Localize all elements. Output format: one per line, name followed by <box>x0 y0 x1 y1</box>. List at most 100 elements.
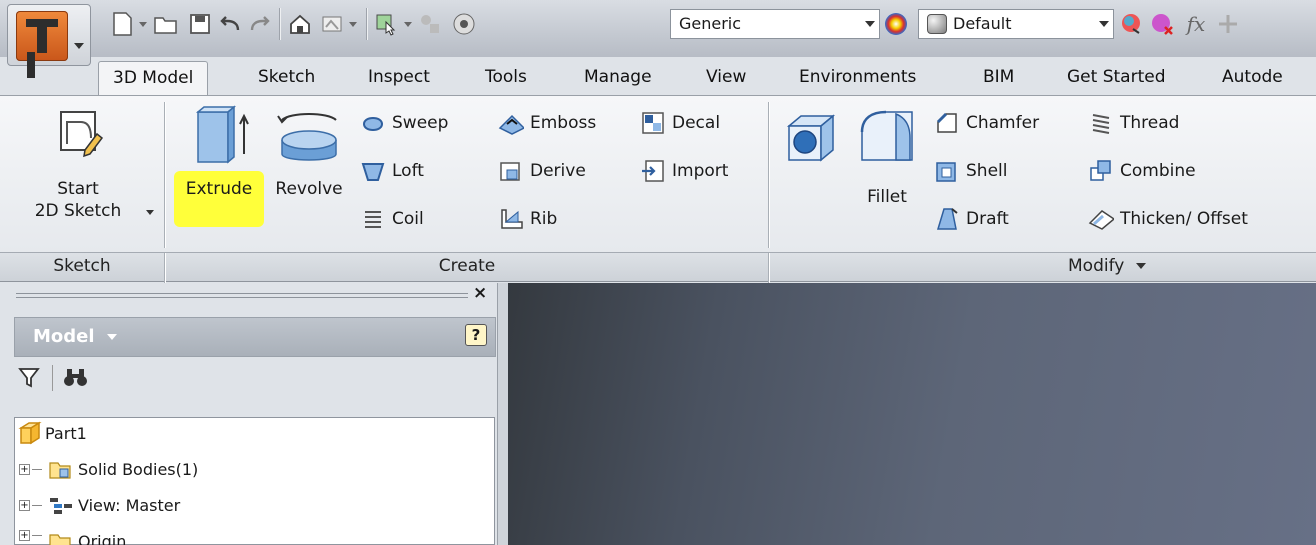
extrude-button[interactable]: Extrude <box>174 104 264 200</box>
tree-connector <box>32 504 42 506</box>
loft-icon <box>360 158 386 184</box>
help-icon[interactable]: ? <box>465 324 487 346</box>
hole-button[interactable] <box>778 110 844 186</box>
properties-icon[interactable] <box>416 10 444 38</box>
open-icon[interactable] <box>152 10 180 38</box>
derive-label: Derive <box>530 161 586 181</box>
home-view-icon[interactable] <box>286 10 314 38</box>
coil-icon <box>360 206 386 232</box>
tab-inspect[interactable]: Inspect <box>368 61 430 95</box>
close-icon[interactable]: × <box>473 283 487 303</box>
tab-manage[interactable]: Manage <box>584 61 652 95</box>
parameters-fx-icon[interactable]: fx <box>1182 10 1210 38</box>
tab-bim[interactable]: BIM <box>983 61 1014 95</box>
app-menu-caret-icon <box>74 43 84 49</box>
tab-environments[interactable]: Environments <box>799 61 916 95</box>
filter-icon[interactable] <box>18 365 42 391</box>
graphics-viewport[interactable] <box>508 283 1316 545</box>
panel-title-bar: Sketch Create Modify <box>0 252 1316 283</box>
update-icon[interactable] <box>318 10 346 38</box>
decal-label: Decal <box>672 113 721 133</box>
thread-button[interactable]: Thread <box>1088 108 1179 138</box>
panel-divider <box>768 102 769 248</box>
application-menu-button[interactable] <box>7 4 91 66</box>
fillet-label: Fillet <box>867 187 907 207</box>
panel-grip[interactable] <box>16 293 468 298</box>
emboss-button[interactable]: Emboss <box>498 108 596 138</box>
tab-autodesk[interactable]: Autode <box>1222 61 1283 95</box>
start-sketch-label-line1: Start <box>57 179 99 199</box>
add-icon[interactable] <box>1214 10 1242 38</box>
material-dropdown[interactable]: Generic <box>670 9 880 39</box>
tree-node-view-master[interactable]: + View: Master <box>19 492 180 518</box>
model-browser-header[interactable]: Model ? <box>14 317 496 357</box>
color-wheel-icon[interactable] <box>450 10 478 38</box>
sketch-panel-title[interactable]: Sketch <box>0 256 164 276</box>
modify-panel-title[interactable]: Modify <box>1068 256 1178 276</box>
start-2d-sketch-button[interactable]: Start 2D Sketch <box>18 106 154 222</box>
decal-button[interactable]: Decal <box>640 108 720 138</box>
coil-button[interactable]: Coil <box>360 204 424 234</box>
find-binoculars-icon[interactable] <box>62 365 90 391</box>
chamfer-button[interactable]: Chamfer <box>934 108 1039 138</box>
expand-icon[interactable]: + <box>19 530 30 541</box>
inventor-logo-icon <box>16 11 68 61</box>
import-icon <box>640 158 666 184</box>
expand-icon[interactable]: + <box>19 463 30 475</box>
chevron-down-icon[interactable] <box>865 21 875 27</box>
chevron-down-icon[interactable] <box>1099 21 1109 27</box>
appearance-browser-icon[interactable] <box>882 10 910 38</box>
select-icon[interactable] <box>372 10 400 38</box>
shell-button[interactable]: Shell <box>934 156 1007 186</box>
chevron-down-icon[interactable] <box>146 210 154 215</box>
redo-icon[interactable] <box>246 10 274 38</box>
combine-button[interactable]: Combine <box>1088 156 1196 186</box>
thicken-offset-button[interactable]: Thicken/ Offset <box>1088 204 1248 234</box>
tree-node-origin[interactable]: + Origin <box>19 526 126 545</box>
adjust-appearance-icon[interactable] <box>1118 10 1146 38</box>
pane-splitter[interactable] <box>497 283 508 545</box>
update-dropdown-caret-icon[interactable] <box>349 22 357 27</box>
tab-tools[interactable]: Tools <box>485 61 527 95</box>
loft-button[interactable]: Loft <box>360 156 424 186</box>
derive-button[interactable]: Derive <box>498 156 586 186</box>
tree-node-label: Part1 <box>45 423 87 443</box>
model-browser-title[interactable]: Model <box>33 326 117 347</box>
draft-button[interactable]: Draft <box>934 204 1009 234</box>
fillet-button[interactable]: Fillet <box>854 106 920 208</box>
sweep-button[interactable]: Sweep <box>360 108 448 138</box>
appearance-dropdown[interactable]: Default <box>918 9 1114 39</box>
select-dropdown-caret-icon[interactable] <box>404 22 412 27</box>
panel-divider <box>164 253 165 283</box>
new-dropdown-caret-icon[interactable] <box>139 22 147 27</box>
thicken-offset-icon <box>1088 206 1114 232</box>
clear-appearance-icon[interactable] <box>1148 10 1176 38</box>
coil-label: Coil <box>392 209 424 229</box>
save-icon[interactable] <box>186 10 214 38</box>
chevron-down-icon <box>1135 263 1146 269</box>
folder-icon <box>49 534 71 545</box>
import-label: Import <box>672 161 729 181</box>
tab-view[interactable]: View <box>706 61 746 95</box>
tree-connector <box>32 535 42 536</box>
tree-node-part[interactable]: Part1 <box>17 420 87 446</box>
import-button[interactable]: Import <box>640 156 728 186</box>
emboss-icon <box>498 110 524 136</box>
expand-icon[interactable]: + <box>19 499 30 511</box>
new-icon[interactable] <box>108 10 136 38</box>
undo-icon[interactable] <box>216 10 244 38</box>
tab-3d-model[interactable]: 3D Model <box>98 61 209 95</box>
revolve-icon <box>277 113 337 161</box>
tree-node-solid-bodies[interactable]: + Solid Bodies(1) <box>19 456 198 482</box>
tab-get-started[interactable]: Get Started <box>1067 61 1165 95</box>
tree-node-label: View: Master <box>78 495 181 515</box>
decal-icon <box>640 110 666 136</box>
model-browser: × Model ? Part1 + Solid Bodies(1) + View… <box>0 283 497 545</box>
tab-sketch[interactable]: Sketch <box>258 61 315 95</box>
create-panel-title[interactable]: Create <box>166 256 768 276</box>
rib-button[interactable]: Rib <box>498 204 557 234</box>
toolbar-separator <box>366 8 367 40</box>
shell-label: Shell <box>966 161 1008 181</box>
revolve-button[interactable]: Revolve <box>266 106 352 200</box>
ribbon-tabs: 3D Model Sketch Inspect Tools Manage Vie… <box>0 57 1316 95</box>
